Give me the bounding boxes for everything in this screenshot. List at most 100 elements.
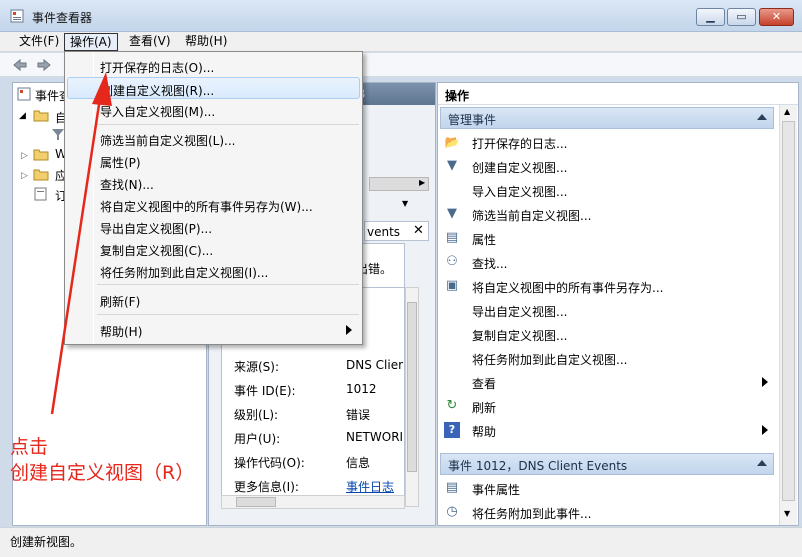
dropdown-item[interactable]: 将任务附加到此自定义视图(I)... [67, 260, 360, 282]
dropdown-item[interactable]: 筛选当前自定义视图(L)... [67, 128, 360, 150]
collapse-arrow-icon[interactable] [757, 114, 767, 120]
action-item-label: 导入自定义视图... [472, 185, 568, 199]
menu-view[interactable]: 查看(V) [124, 32, 176, 52]
event-viewer-icon [10, 9, 24, 23]
dropdown-item[interactable]: 将自定义视图中的所有事件另存为(W)... [67, 194, 360, 216]
annotation-line-2: 创建自定义视图（R） [10, 462, 195, 484]
menu-help[interactable]: 帮助(H) [180, 32, 232, 52]
action-item-label: 查看 [472, 377, 497, 391]
menu-file[interactable]: 文件(F) [14, 32, 64, 52]
dropdown-item[interactable]: 查找(N)... [67, 172, 360, 194]
detail-value: NETWORI [346, 430, 404, 444]
expand-icon[interactable]: ▷ [21, 171, 28, 181]
close-icon[interactable]: ✕ [413, 223, 424, 238]
action-item[interactable]: ▤ 事件属性 [444, 477, 774, 500]
window-title: 事件查看器 [32, 11, 93, 25]
menu-separator [97, 314, 359, 315]
action-item-label: 创建自定义视图... [472, 161, 568, 175]
scroll-thumb[interactable] [407, 302, 417, 472]
v-scrollbar[interactable] [405, 287, 419, 507]
properties-icon: ▤ [445, 230, 459, 245]
section-manage-events[interactable]: 管理事件 [440, 107, 774, 129]
detail-value: 1012 [346, 382, 377, 396]
folder-icon [33, 149, 49, 161]
event-viewer-icon [17, 87, 31, 101]
event-properties-icon: ▤ [445, 480, 459, 495]
action-item[interactable]: 将任务附加到此自定义视图... [444, 347, 774, 370]
filter-icon [52, 129, 64, 140]
action-item[interactable]: ▼ 创建自定义视图... [444, 155, 774, 178]
detail-label: 更多信息(I): [234, 480, 299, 494]
action-item[interactable]: ▤ 属性 [444, 227, 774, 250]
action-item[interactable]: ▼ 筛选当前自定义视图... [444, 203, 774, 226]
annotation-line-1: 点击 [10, 436, 49, 458]
subscriptions-icon [34, 187, 47, 201]
dropdown-item-label: 刷新(F) [100, 295, 141, 309]
title-bar: 事件查看器 ▁ ▭ ✕ [0, 0, 802, 32]
action-item-label: 刷新 [472, 401, 497, 415]
action-item-label: 打开保存的日志... [472, 137, 568, 151]
scroll-down-icon[interactable]: ▼ [784, 509, 790, 518]
collapse-arrow-icon[interactable] [757, 460, 767, 466]
action-item[interactable]: ⚇ 查找... [444, 251, 774, 274]
submenu-arrow-icon [762, 425, 768, 435]
expand-icon[interactable]: ▷ [21, 151, 28, 161]
dropdown-item-label: 筛选当前自定义视图(L)... [100, 134, 236, 148]
action-item-label: 将任务附加到此事件... [472, 507, 592, 521]
detail-label: 级别(L): [234, 408, 279, 422]
scroll-thumb[interactable] [782, 121, 795, 501]
back-arrow-icon[interactable] [12, 57, 28, 73]
action-item[interactable]: 导入自定义视图... [444, 179, 774, 202]
action-item-label: 事件属性 [472, 483, 521, 497]
action-item[interactable]: ? 帮助 [444, 419, 774, 442]
detail-label: 事件 ID(E): [234, 384, 296, 398]
action-dropdown-menu: 打开保存的日志(O)... 创建自定义视图(R)... 导入自定义视图(M)... 筛… [64, 51, 363, 345]
action-item[interactable]: 📂 打开保存的日志... [444, 131, 774, 154]
scroll-right-icon[interactable]: ▶ [419, 178, 425, 187]
action-item[interactable]: ◷ 将任务附加到此事件... [444, 501, 774, 524]
scroll-up-icon[interactable]: ▲ [784, 107, 790, 116]
dropdown-item[interactable]: 刷新(F) [67, 289, 360, 311]
dropdown-item[interactable]: 导出自定义视图(P)... [67, 216, 360, 238]
scroll-down-icon[interactable]: ▼ [402, 199, 408, 208]
status-text: 创建新视图。 [10, 535, 83, 549]
action-item-label: 复制自定义视图... [472, 329, 568, 343]
actions-scrollbar[interactable]: ▲ ▼ [779, 105, 797, 525]
detail-label: 操作代码(O): [234, 456, 305, 470]
open-folder-icon: 📂 [444, 135, 460, 149]
event-tab[interactable]: vents ✕ [364, 221, 429, 241]
filter-icon: ▼ [447, 158, 457, 173]
h-scrollbar-detail[interactable] [221, 495, 405, 509]
dropdown-item-label: 复制自定义视图(C)... [100, 244, 214, 258]
action-item-label: 将自定义视图中的所有事件另存为... [472, 281, 664, 295]
maximize-button[interactable]: ▭ [727, 8, 756, 26]
refresh-icon: ↻ [446, 398, 458, 413]
event-log-link[interactable]: 事件日志 [346, 478, 404, 495]
dropdown-item[interactable]: 导入自定义视图(M)... [67, 99, 360, 121]
dropdown-item[interactable]: 创建自定义视图(R)... [67, 77, 360, 99]
dropdown-item[interactable]: 复制自定义视图(C)... [67, 238, 360, 260]
dropdown-item-label: 将任务附加到此自定义视图(I)... [100, 266, 269, 280]
section-event-label: 事件 1012，DNS Client Events [448, 459, 628, 473]
help-icon: ? [444, 422, 460, 438]
annotation-text: 点击 创建自定义视图（R） [10, 434, 194, 486]
task-icon: ◷ [446, 504, 458, 519]
menu-action[interactable]: 操作(A) [64, 33, 118, 51]
dropdown-item[interactable]: 属性(P) [67, 150, 360, 172]
action-item[interactable]: 导出自定义视图... [444, 299, 774, 322]
dropdown-item[interactable]: 帮助(H) [67, 319, 360, 341]
forward-arrow-icon[interactable] [36, 57, 52, 73]
action-item-label: 导出自定义视图... [472, 305, 568, 319]
minimize-button[interactable]: ▁ [696, 8, 725, 26]
action-item[interactable]: 查看 [444, 371, 774, 394]
dropdown-item[interactable]: 打开保存的日志(O)... [67, 55, 360, 77]
section-event[interactable]: 事件 1012，DNS Client Events [440, 453, 774, 475]
scroll-thumb[interactable] [236, 497, 276, 507]
action-item[interactable]: 复制自定义视图... [444, 323, 774, 346]
close-button[interactable]: ✕ [759, 8, 794, 26]
action-item[interactable]: ↻ 刷新 [444, 395, 774, 418]
action-item[interactable]: ▣ 将自定义视图中的所有事件另存为... [444, 275, 774, 298]
action-item-label: 查找... [472, 257, 508, 271]
detail-label: 用户(U): [234, 432, 281, 446]
collapse-icon[interactable]: ◢ [19, 111, 26, 121]
